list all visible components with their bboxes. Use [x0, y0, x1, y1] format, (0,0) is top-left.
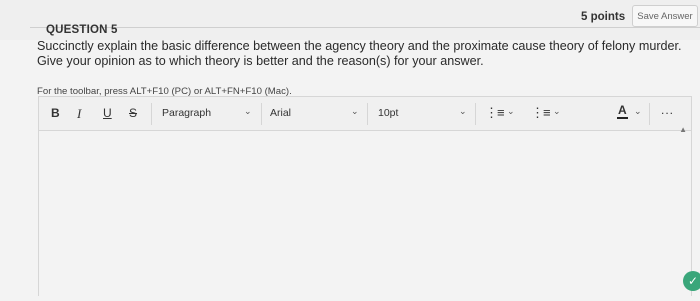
- help-icon[interactable]: ✓: [683, 271, 700, 291]
- save-answer-button[interactable]: Save Answer: [632, 5, 698, 27]
- font-family-select[interactable]: Arial: [270, 107, 291, 119]
- underline-button[interactable]: U: [103, 106, 112, 120]
- chevron-down-icon[interactable]: ⌄: [553, 106, 561, 117]
- chevron-down-icon[interactable]: ⌄: [459, 106, 467, 117]
- toolbar-divider: [151, 103, 152, 125]
- numbered-list-icon[interactable]: ⋮≡: [531, 105, 551, 121]
- bulleted-list-icon[interactable]: ⋮≡: [485, 105, 505, 121]
- italic-button[interactable]: I: [77, 106, 81, 122]
- chevron-down-icon[interactable]: ⌄: [244, 106, 252, 117]
- chevron-down-icon[interactable]: ⌄: [351, 106, 359, 117]
- points-label: 5 points: [581, 11, 626, 23]
- toolbar-divider: [649, 103, 650, 125]
- strikethrough-button[interactable]: S: [129, 106, 137, 120]
- font-color-button[interactable]: A: [617, 104, 628, 119]
- header-divider: [30, 27, 700, 28]
- bold-button[interactable]: B: [51, 106, 60, 120]
- answer-editor[interactable]: B I U S Paragraph ⌄ Arial ⌄ 10pt ⌄ ⋮≡ ⌄ …: [38, 96, 692, 301]
- toolbar-divider: [475, 103, 476, 125]
- scroll-up-icon[interactable]: ▲: [679, 125, 687, 134]
- font-size-select[interactable]: 10pt: [378, 107, 398, 119]
- chevron-down-icon[interactable]: ⌄: [507, 106, 515, 117]
- question-title: QUESTION 5: [46, 24, 118, 36]
- paragraph-style-select[interactable]: Paragraph: [162, 107, 211, 119]
- more-options-icon[interactable]: ...: [661, 103, 674, 117]
- toolbar-divider: [261, 103, 262, 125]
- editor-toolbar: B I U S Paragraph ⌄ Arial ⌄ 10pt ⌄ ⋮≡ ⌄ …: [39, 97, 691, 131]
- chevron-down-icon[interactable]: ⌄: [634, 106, 642, 117]
- question-text: Succinctly explain the basic difference …: [37, 39, 682, 68]
- toolbar-divider: [367, 103, 368, 125]
- answer-text-area[interactable]: [39, 131, 691, 301]
